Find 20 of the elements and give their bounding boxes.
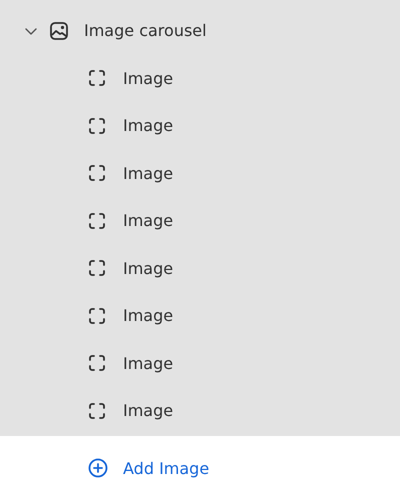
- frame-corners-icon: [88, 354, 106, 372]
- frame-corners-icon: [88, 306, 106, 325]
- block-item[interactable]: Image: [123, 68, 174, 88]
- block-item[interactable]: Image: [123, 211, 174, 230]
- block-item[interactable]: Image: [123, 116, 174, 136]
- image-icon: [49, 20, 69, 41]
- block-item[interactable]: Image: [123, 164, 174, 183]
- plus-circle-icon: [88, 458, 108, 478]
- frame-corners-icon: [88, 212, 106, 230]
- block-item[interactable]: Image: [123, 258, 174, 278]
- block-item[interactable]: Image: [123, 354, 174, 373]
- frame-corners-icon: [88, 116, 106, 135]
- frame-corners-icon: [88, 69, 106, 88]
- block-item[interactable]: Image: [123, 401, 174, 420]
- frame-corners-icon: [88, 164, 106, 182]
- frame-corners-icon: [88, 402, 106, 420]
- frame-corners-icon: [88, 259, 106, 278]
- add-image-button[interactable]: Add Image: [88, 458, 210, 478]
- section-title[interactable]: Image carousel: [84, 21, 207, 40]
- block-item[interactable]: Image: [123, 306, 174, 326]
